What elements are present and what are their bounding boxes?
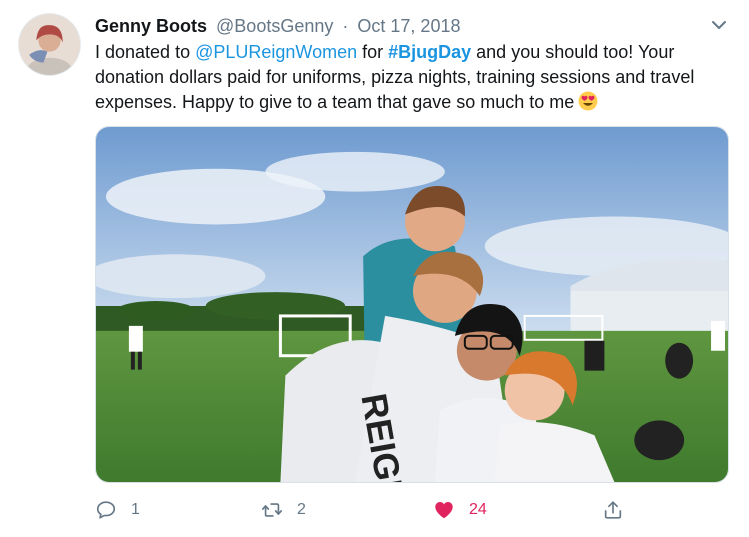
reply-count: 1 — [131, 501, 140, 518]
retweet-count: 2 — [297, 501, 306, 518]
tweet-date[interactable]: Oct 17, 2018 — [357, 16, 460, 36]
tweet-header: Genny Boots @BootsGenny · Oct 17, 2018 — [95, 14, 460, 38]
retweet-icon — [262, 503, 282, 517]
tweet-card: Genny Boots @BootsGenny · Oct 17, 2018 I… — [0, 0, 749, 537]
like-count: 24 — [469, 501, 487, 518]
retweet-button[interactable]: 2 — [261, 497, 306, 523]
share-icon — [604, 501, 622, 519]
mention-link[interactable]: @PLUReignWomen — [195, 42, 357, 62]
author-name[interactable]: Genny Boots — [95, 16, 207, 36]
reply-icon — [96, 501, 116, 519]
tweet-text: I donated to @PLUReignWomen for #BjugDay… — [95, 40, 725, 115]
tweet-actions: 1 2 24 — [95, 497, 725, 523]
hashtag-link[interactable]: #BjugDay — [388, 42, 471, 62]
tweet-text-part: I donated to — [95, 42, 196, 62]
more-options-chevron-down-icon[interactable] — [710, 16, 728, 34]
tweet-photo[interactable]: REIGN 13 — [95, 126, 729, 483]
heart-eyes-emoji-icon — [578, 91, 598, 111]
like-button[interactable]: 24 — [433, 497, 487, 523]
avatar-image — [19, 14, 80, 75]
team-photo-image: REIGN 13 — [96, 127, 728, 482]
tweet-text-part: for — [357, 42, 389, 62]
share-button[interactable] — [602, 497, 624, 523]
separator-dot: · — [342, 16, 349, 36]
reply-button[interactable]: 1 — [95, 497, 140, 523]
author-handle[interactable]: @BootsGenny — [216, 16, 333, 36]
heart-icon — [435, 502, 453, 519]
avatar[interactable] — [19, 14, 80, 75]
